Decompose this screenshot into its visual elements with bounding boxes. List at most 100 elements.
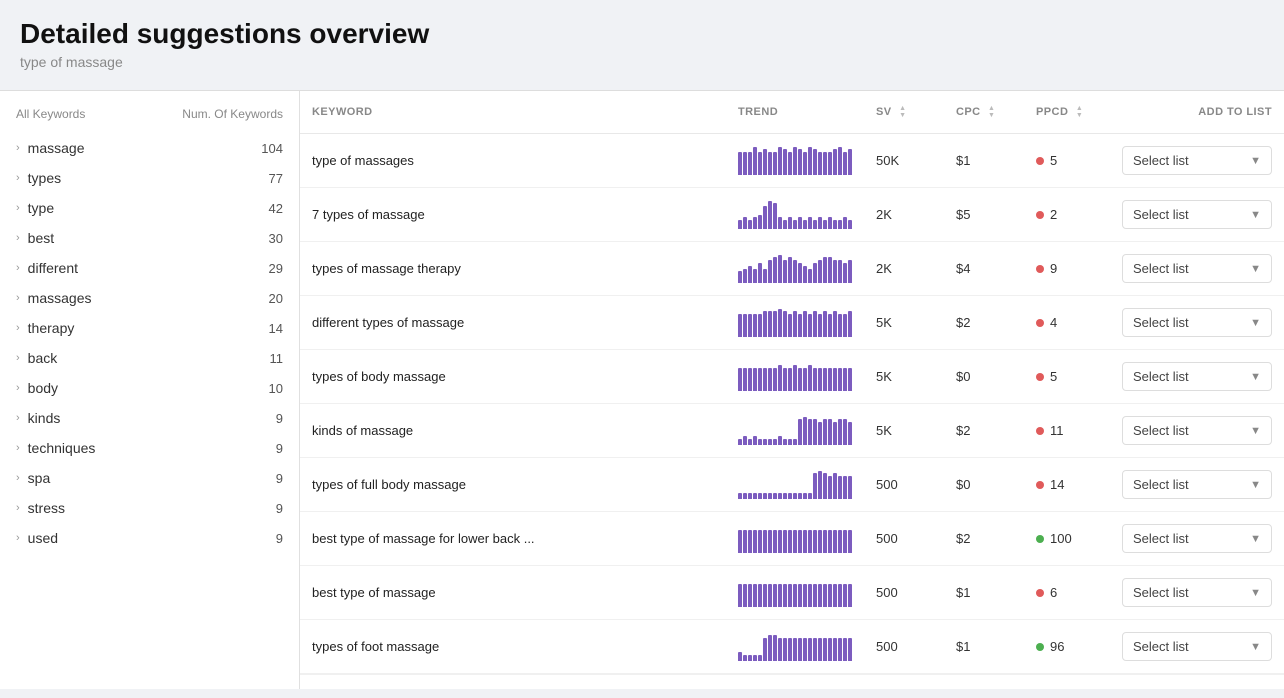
bar (833, 530, 837, 552)
bar (818, 471, 822, 499)
cell-addtolist: Select list ▼ (1104, 404, 1284, 458)
bar (768, 439, 772, 445)
ppcd-dot (1036, 319, 1044, 327)
bar (743, 655, 747, 661)
sidebar-item[interactable]: › kinds 9 (0, 403, 299, 433)
ppcd-sort-icon[interactable]: ▲▼ (1076, 105, 1083, 119)
bar (828, 584, 832, 606)
bar (748, 220, 752, 228)
sidebar-item[interactable]: › massages 20 (0, 283, 299, 313)
bar (778, 147, 782, 175)
bar (813, 638, 817, 660)
page-title: Detailed suggestions overview (20, 18, 1264, 50)
bar (788, 493, 792, 499)
sv-sort-icon[interactable]: ▲▼ (899, 105, 906, 119)
ppcd-value: 4 (1050, 315, 1057, 330)
sidebar-item[interactable]: › massage 104 (0, 133, 299, 163)
cell-trend (726, 134, 864, 188)
cpc-sort-icon[interactable]: ▲▼ (988, 105, 995, 119)
bar (773, 635, 777, 660)
bar (823, 257, 827, 282)
select-list-label: Select list (1133, 261, 1189, 276)
cell-ppcd: 9 (1024, 242, 1104, 296)
bar (838, 530, 842, 552)
bar (753, 147, 757, 175)
table-body: type of massages 50K $1 5 Select list ▼ … (300, 134, 1284, 674)
ppcd-value: 14 (1050, 477, 1064, 492)
bar (758, 655, 762, 661)
select-list-label: Select list (1133, 369, 1189, 384)
sidebar-item[interactable]: › therapy 14 (0, 313, 299, 343)
sidebar-item-label: techniques (28, 440, 276, 456)
sidebar-item[interactable]: › different 29 (0, 253, 299, 283)
cell-sv: 2K (864, 188, 944, 242)
bar (818, 152, 822, 174)
select-list-label: Select list (1133, 423, 1189, 438)
select-list-button[interactable]: Select list ▼ (1122, 146, 1272, 175)
select-list-button[interactable]: Select list ▼ (1122, 632, 1272, 661)
sidebar-item[interactable]: › best 30 (0, 223, 299, 253)
table-row: best type of massage for lower back ... … (300, 512, 1284, 566)
select-list-button[interactable]: Select list ▼ (1122, 254, 1272, 283)
bar (783, 311, 787, 336)
sidebar: All Keywords Num. Of Keywords › massage … (0, 91, 300, 689)
bar (828, 638, 832, 660)
bar (778, 365, 782, 390)
trend-bars (738, 309, 852, 337)
cell-sv: 500 (864, 566, 944, 620)
sidebar-item-label: therapy (28, 320, 269, 336)
bar (808, 493, 812, 499)
table-row: best type of massage 500 $1 6 Select lis… (300, 566, 1284, 620)
cell-keyword: 7 types of massage (300, 188, 726, 242)
bar (843, 217, 847, 228)
bar (803, 220, 807, 228)
bar (793, 439, 797, 445)
bar (758, 584, 762, 606)
cell-cpc: $1 (944, 134, 1024, 188)
select-list-button[interactable]: Select list ▼ (1122, 200, 1272, 229)
sidebar-item[interactable]: › types 77 (0, 163, 299, 193)
cell-keyword: type of massages (300, 134, 726, 188)
select-list-button[interactable]: Select list ▼ (1122, 416, 1272, 445)
select-list-button[interactable]: Select list ▼ (1122, 308, 1272, 337)
bar (748, 493, 752, 499)
sidebar-item[interactable]: › body 10 (0, 373, 299, 403)
sidebar-item[interactable]: › back 11 (0, 343, 299, 373)
bar (788, 638, 792, 660)
select-list-button[interactable]: Select list ▼ (1122, 362, 1272, 391)
bar (833, 220, 837, 228)
bar (838, 220, 842, 228)
bar (848, 311, 852, 336)
bar (748, 152, 752, 174)
bar (763, 149, 767, 174)
select-list-button[interactable]: Select list ▼ (1122, 578, 1272, 607)
main-content: KEYWORD TREND SV ▲▼ CPC ▲▼ PPCD (300, 91, 1284, 689)
bar (843, 152, 847, 174)
sidebar-item[interactable]: › stress 9 (0, 493, 299, 523)
bar (773, 493, 777, 499)
bar (803, 311, 807, 336)
select-list-button[interactable]: Select list ▼ (1122, 524, 1272, 553)
cell-sv: 500 (864, 458, 944, 512)
bar (803, 530, 807, 552)
bar (748, 655, 752, 661)
select-list-chevron-icon: ▼ (1250, 371, 1261, 383)
cell-cpc: $1 (944, 566, 1024, 620)
sidebar-item[interactable]: › used 9 (0, 523, 299, 553)
trend-bars (738, 363, 852, 391)
bar (758, 493, 762, 499)
bar (848, 220, 852, 228)
sidebar-item[interactable]: › type 42 (0, 193, 299, 223)
bar (843, 584, 847, 606)
bar (768, 635, 772, 660)
sidebar-item-chevron: › (16, 232, 20, 244)
bar (753, 584, 757, 606)
sidebar-item[interactable]: › techniques 9 (0, 433, 299, 463)
select-list-button[interactable]: Select list ▼ (1122, 470, 1272, 499)
bar (738, 530, 742, 552)
trend-bars (738, 201, 852, 229)
ppcd-value: 5 (1050, 369, 1057, 384)
sidebar-item[interactable]: › spa 9 (0, 463, 299, 493)
keywords-table: KEYWORD TREND SV ▲▼ CPC ▲▼ PPCD (300, 91, 1284, 674)
bar (818, 368, 822, 390)
